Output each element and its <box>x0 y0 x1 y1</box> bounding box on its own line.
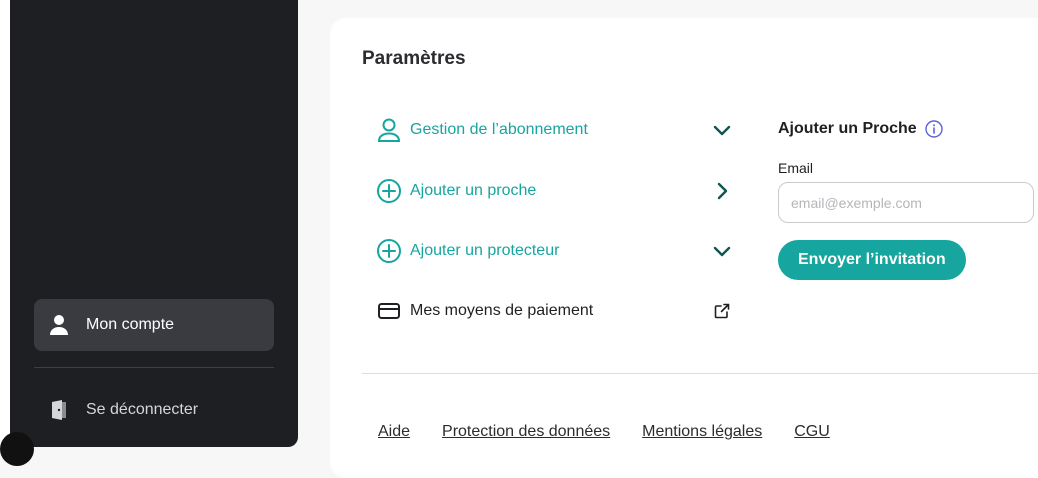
user-icon <box>48 314 70 336</box>
chevron-right-icon[interactable] <box>712 181 732 201</box>
sidebar-item-logout[interactable]: Se déconnecter <box>34 384 274 436</box>
sidebar-item-label: Se déconnecter <box>86 401 199 418</box>
sidebar: Mon compte Se déconnecter <box>10 0 298 447</box>
send-invitation-button[interactable]: Envoyer l’invitation <box>778 240 966 280</box>
menu-item-label: Gestion de l’abonnement <box>410 121 588 138</box>
menu-item-label: Ajouter un protecteur <box>410 242 560 259</box>
chevron-down-icon[interactable] <box>712 241 732 261</box>
add-relative-panel-title: Ajouter un Proche <box>778 120 943 138</box>
footer-link-aide[interactable]: Aide <box>378 423 410 441</box>
footer-links: Aide Protection des données Mentions lég… <box>378 423 830 441</box>
menu-item-add-relative[interactable]: Ajouter un proche <box>376 171 732 211</box>
settings-card: Paramètres Gestion de l’abonnement Ajout… <box>330 18 1038 478</box>
plus-circle-icon <box>376 238 402 264</box>
panel-title-text: Ajouter un Proche <box>778 120 917 137</box>
page-title: Paramètres <box>362 48 466 69</box>
external-link-icon[interactable] <box>712 301 732 321</box>
logout-door-icon <box>48 399 70 421</box>
sidebar-item-mon-compte[interactable]: Mon compte <box>34 299 274 351</box>
user-outline-icon <box>376 117 402 143</box>
email-field[interactable] <box>778 182 1034 223</box>
chevron-down-icon[interactable] <box>712 120 732 140</box>
window-edge <box>0 0 10 447</box>
footer-link-data-protection[interactable]: Protection des données <box>442 423 610 441</box>
credit-card-icon <box>376 298 402 324</box>
menu-item-payment-methods[interactable]: Mes moyens de paiement <box>376 291 732 331</box>
floating-circle <box>0 432 34 466</box>
menu-item-label: Ajouter un proche <box>410 182 537 199</box>
plus-circle-icon <box>376 178 402 204</box>
menu-item-label: Mes moyens de paiement <box>410 302 594 319</box>
footer-link-cgu[interactable]: CGU <box>794 423 830 441</box>
email-label: Email <box>778 160 814 176</box>
info-icon[interactable] <box>924 120 943 138</box>
section-divider <box>362 373 1038 374</box>
menu-item-subscription[interactable]: Gestion de l’abonnement <box>376 110 732 150</box>
footer-link-legal-notice[interactable]: Mentions légales <box>642 423 762 441</box>
menu-item-add-protector[interactable]: Ajouter un protecteur <box>376 231 732 271</box>
sidebar-item-label: Mon compte <box>86 316 175 333</box>
sidebar-divider <box>34 367 274 368</box>
